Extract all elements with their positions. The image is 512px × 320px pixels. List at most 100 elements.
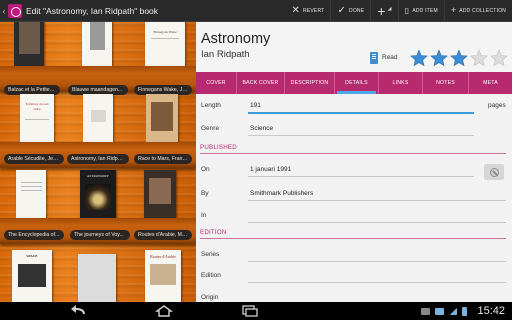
- book-header: Astronomy Ian Ridpath Read: [196, 22, 512, 72]
- length-unit: pages: [488, 102, 506, 109]
- add-item-button[interactable]: ▯ ADD ITEM: [397, 0, 444, 22]
- tab-cover[interactable]: COVER: [196, 72, 236, 94]
- up-caret-icon[interactable]: ‹: [1, 0, 7, 22]
- add-collection-icon: +: [450, 5, 457, 15]
- read-label[interactable]: Read: [382, 54, 398, 61]
- book-label[interactable]: Routes d'Arabie, Mus...: [134, 230, 192, 240]
- cover-rule: [20, 190, 42, 191]
- shelf-row: ASTRONOMY The Encyclopedia of... The jou…: [0, 170, 196, 250]
- done-button[interactable]: ✓ DONE: [330, 0, 370, 22]
- tab-back-cover[interactable]: BACK COVER: [236, 72, 284, 94]
- book-cover[interactable]: [14, 22, 44, 66]
- book-cover[interactable]: Routes d'Arabie: [145, 250, 181, 302]
- edition-row: Edition: [196, 270, 512, 290]
- star-empty-icon[interactable]: [490, 49, 508, 67]
- genre-label: Genre: [201, 125, 220, 132]
- check-icon: ✓: [337, 4, 347, 16]
- add-dropdown-button[interactable]: + ◢: [370, 0, 397, 22]
- book-cover[interactable]: [16, 170, 46, 218]
- book-cover[interactable]: [78, 254, 116, 302]
- bookshelf: Finnegans Wake Balzac et la Petite T... …: [0, 22, 196, 302]
- book-cover[interactable]: [146, 94, 178, 142]
- details-form: Length 191 pages Genre Science PUBLISHED…: [196, 94, 512, 302]
- series-input[interactable]: [248, 261, 506, 262]
- book-cover[interactable]: SPACE: [12, 250, 52, 302]
- clock: 15:42: [477, 305, 505, 317]
- dropdown-corner-icon: ◢: [387, 5, 392, 12]
- publisher-row: By Smithmark Publishers: [196, 188, 512, 208]
- origin-row: Origin: [196, 292, 512, 302]
- book-cover[interactable]: [82, 22, 112, 66]
- genre-row: Genre Science: [196, 123, 512, 143]
- tab-meta[interactable]: META: [468, 72, 512, 94]
- usb-icon: [435, 307, 445, 315]
- read-book-icon[interactable]: [370, 52, 378, 64]
- cover-title: Routes d'Arabie: [150, 254, 176, 259]
- book-label[interactable]: Astronomy, Ian Ridpat...: [67, 154, 129, 164]
- book-label[interactable]: Race to Mars, Frank...: [134, 154, 192, 164]
- cover-rule: [20, 182, 42, 183]
- done-label: DONE: [349, 7, 365, 14]
- length-input[interactable]: 191: [250, 102, 261, 109]
- book-label[interactable]: The journeys of Voy...: [70, 230, 130, 240]
- cover-image: [148, 178, 172, 205]
- date-underline: [248, 176, 474, 177]
- cover-image: [18, 22, 40, 54]
- genre-underline: [248, 135, 474, 136]
- battery-icon: [462, 306, 468, 316]
- published-date-input[interactable]: 1 januari 1991: [250, 166, 291, 173]
- book-cover[interactable]: [144, 170, 176, 218]
- origin-label: Origin: [201, 294, 219, 301]
- revert-icon: ✕: [291, 4, 301, 16]
- revert-button[interactable]: ✕ REVERT: [285, 0, 330, 22]
- edition-divider: [200, 238, 506, 239]
- published-on-row: On 1 januari 1991: [196, 164, 512, 184]
- book-label[interactable]: Arable Sécudite, Jea...: [4, 154, 64, 164]
- shelf-row: Finnegans Wake Balzac et la Petite T... …: [0, 22, 196, 95]
- clear-date-icon: [489, 167, 499, 177]
- book-author[interactable]: Ian Ridpath: [201, 49, 250, 60]
- cover-image: [150, 102, 174, 131]
- book-title[interactable]: Astronomy: [201, 31, 270, 47]
- length-underline: [248, 112, 474, 114]
- genre-input[interactable]: Science: [250, 125, 273, 132]
- book-cover[interactable]: ASTRONOMY: [80, 170, 116, 218]
- star-filled-icon[interactable]: [450, 49, 468, 67]
- back-icon[interactable]: [70, 305, 88, 317]
- app-logo-icon[interactable]: [8, 3, 22, 18]
- shelf-row: Ecritures du sud arabe Arable Sécudite, …: [0, 94, 196, 174]
- series-label: Series: [201, 251, 220, 258]
- add-collection-button[interactable]: + ADD COLLECTION: [443, 0, 512, 22]
- tab-description[interactable]: DESCRIPTION: [284, 72, 334, 94]
- book-cover[interactable]: [83, 94, 113, 142]
- book-label[interactable]: The Encyclopedia of...: [4, 230, 64, 240]
- star-filled-icon[interactable]: [430, 49, 448, 67]
- home-icon[interactable]: [155, 305, 173, 317]
- book-cover[interactable]: Ecritures du sud arabe: [20, 94, 54, 142]
- clear-date-button[interactable]: [484, 164, 504, 180]
- star-empty-icon[interactable]: [470, 49, 488, 67]
- length-label: Length: [201, 102, 221, 109]
- published-in-input[interactable]: [248, 222, 506, 223]
- shelf-row: SPACE Routes d'Arabie: [0, 246, 196, 302]
- cover-image: [85, 183, 111, 210]
- cover-image: [90, 110, 106, 122]
- recent-apps-icon[interactable]: [240, 305, 258, 317]
- tab-links[interactable]: LINKS: [378, 72, 422, 94]
- status-area[interactable]: 15:42: [421, 304, 508, 318]
- publisher-input[interactable]: Smithmark Publishers: [250, 190, 313, 197]
- revert-label: REVERT: [303, 7, 325, 14]
- window-title: Edit "Astronomy, Ian Ridpath" book: [26, 5, 159, 16]
- details-panel: Astronomy Ian Ridpath Read COVER BACK COV…: [196, 22, 512, 302]
- book-cover[interactable]: Finnegans Wake: [145, 22, 185, 66]
- add-plus-icon: +: [377, 2, 386, 19]
- by-label: By: [201, 190, 209, 197]
- star-filled-icon[interactable]: [410, 49, 428, 67]
- cover-rule: [25, 119, 49, 121]
- edition-input[interactable]: [248, 282, 506, 283]
- tab-details[interactable]: DETAILS: [334, 72, 378, 94]
- cover-title: Finnegans Wake: [153, 30, 177, 34]
- tab-notes[interactable]: NOTES: [422, 72, 468, 94]
- published-in-row: In: [196, 210, 512, 230]
- action-buttons: ✕ REVERT ✓ DONE + ◢ ▯ ADD ITEM + ADD COL…: [285, 0, 512, 22]
